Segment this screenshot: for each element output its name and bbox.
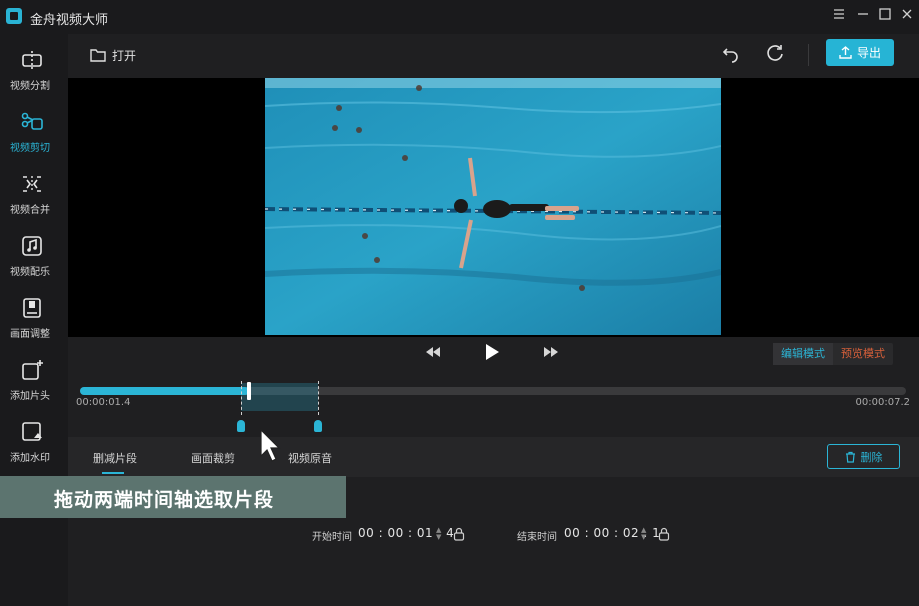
current-time: 00:00:01.4	[76, 397, 131, 408]
tab-bar: 删减片段 画面裁剪 视频原音 删除	[68, 437, 919, 477]
close-icon[interactable]	[898, 7, 916, 25]
open-label: 打开	[112, 48, 137, 63]
minimize-icon[interactable]	[854, 7, 872, 25]
end-time-label: 结束时间	[517, 532, 557, 543]
merge-icon	[23, 176, 41, 192]
selection-region	[241, 383, 318, 411]
open-button[interactable]: 打开	[90, 42, 136, 68]
title-bar: 金舟视频大师	[0, 0, 919, 34]
fast-forward-icon[interactable]	[543, 345, 559, 359]
toolbar: 打开 导出	[68, 34, 919, 78]
timeline-track[interactable]	[80, 381, 906, 432]
delete-label: 删除	[860, 450, 883, 464]
sidebar-item-label: 视频分割	[10, 81, 50, 92]
play-icon[interactable]	[484, 343, 500, 361]
end-time-stepper[interactable]: ▲ ▼	[641, 527, 646, 541]
export-label: 导出	[856, 46, 881, 60]
sidebar-item-merge[interactable]: 视频合并	[0, 162, 68, 224]
lock-icon[interactable]	[453, 527, 465, 541]
redo-icon[interactable]	[765, 44, 785, 64]
split-icon	[22, 51, 42, 69]
folder-icon	[90, 49, 106, 62]
sidebar-item-label: 视频剪切	[10, 143, 50, 154]
selection-start-handle[interactable]	[237, 420, 245, 432]
sidebar-item-add-intro[interactable]: 添加片头	[0, 348, 68, 410]
playhead-handle[interactable]	[247, 382, 251, 400]
selection-end-line	[318, 381, 319, 415]
app-logo-icon	[6, 8, 22, 24]
video-frame	[265, 78, 721, 335]
selection-start-line	[241, 381, 242, 415]
pool-video-image	[265, 78, 721, 335]
app-title: 金舟视频大师	[30, 13, 109, 28]
rewind-icon[interactable]	[425, 345, 441, 359]
selection-end-handle[interactable]	[314, 420, 322, 432]
progress-fill	[80, 387, 249, 395]
preview-mode-button[interactable]: 预览模式	[833, 343, 893, 365]
start-time-stepper[interactable]: ▲ ▼	[436, 527, 441, 541]
total-time: 00:00:07.2	[855, 397, 910, 408]
tab-original-audio[interactable]: 视频原音	[288, 450, 332, 466]
caption-text: 拖动两端时间轴选取片段	[54, 489, 275, 511]
mode-switch: 编辑模式 预览模式	[773, 343, 893, 365]
toolbar-divider	[808, 44, 809, 66]
sidebar-item-music[interactable]: 视频配乐	[0, 224, 68, 286]
tab-trim-clip[interactable]: 删减片段	[93, 450, 137, 466]
sidebar-item-label: 视频合并	[10, 205, 50, 216]
sidebar-item-label: 添加片头	[10, 391, 50, 402]
delete-button[interactable]: 删除	[827, 444, 900, 469]
watermark-icon	[22, 422, 42, 441]
active-tab-indicator	[102, 472, 124, 474]
adjust-icon	[23, 298, 41, 318]
undo-icon[interactable]	[721, 44, 741, 64]
sidebar-item-label: 画面调整	[10, 329, 50, 340]
sidebar: 视频分割 视频剪切 视频合并 视频配乐 画面调整 添加片头 添加水印	[0, 34, 68, 606]
sidebar-item-split[interactable]: 视频分割	[0, 38, 68, 100]
tab-crop[interactable]: 画面裁剪	[191, 450, 235, 466]
mouse-cursor-icon	[260, 428, 281, 462]
lock-icon[interactable]	[658, 527, 670, 541]
sidebar-item-label: 视频配乐	[10, 267, 50, 278]
sidebar-item-label: 添加水印	[10, 453, 50, 464]
sidebar-item-adjust[interactable]: 画面调整	[0, 286, 68, 348]
export-button[interactable]: 导出	[826, 39, 894, 66]
menu-icon[interactable]	[830, 7, 848, 25]
sidebar-item-cut[interactable]: 视频剪切	[0, 100, 68, 162]
music-icon	[22, 236, 42, 256]
trash-icon	[845, 451, 855, 463]
start-time-label: 开始时间	[312, 532, 352, 543]
video-preview[interactable]	[68, 78, 919, 337]
tutorial-caption: 拖动两端时间轴选取片段	[0, 476, 346, 518]
cut-icon	[21, 112, 43, 130]
upload-icon	[839, 46, 852, 59]
add-intro-icon	[22, 360, 43, 380]
playback-controls: 编辑模式 预览模式	[68, 337, 919, 377]
edit-mode-button[interactable]: 编辑模式	[773, 343, 833, 365]
maximize-icon[interactable]	[876, 7, 894, 25]
sidebar-item-watermark[interactable]: 添加水印	[0, 410, 68, 472]
timeline: 00:00:01.4 00:00:07.2	[68, 377, 919, 437]
